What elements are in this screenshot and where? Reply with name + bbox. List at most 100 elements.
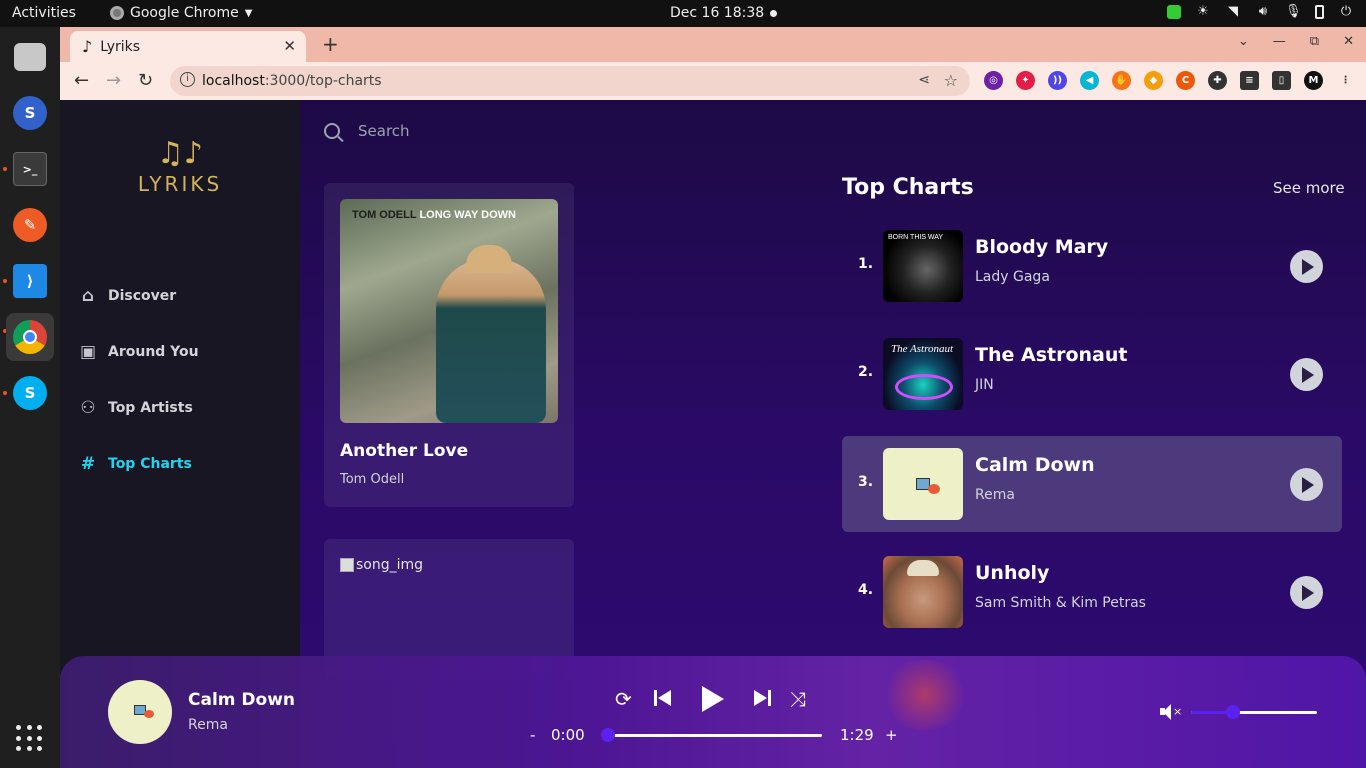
dock-files[interactable] xyxy=(6,33,54,81)
now-playing-art xyxy=(108,680,172,744)
chart-song-title[interactable]: The Astronaut xyxy=(975,344,1127,366)
extension-icon[interactable]: ✋ xyxy=(1112,71,1131,90)
player-glow xyxy=(880,660,970,730)
dock: S >_ ✎ ⟩ S xyxy=(0,27,60,768)
dock-skype[interactable]: S xyxy=(6,369,54,417)
minimize-icon[interactable]: — xyxy=(1273,34,1286,49)
play-icon[interactable] xyxy=(1290,358,1323,391)
dock-simplenote[interactable]: S xyxy=(6,89,54,137)
volume-slider-handle[interactable] xyxy=(1225,705,1240,719)
seek-slider[interactable] xyxy=(601,728,822,742)
new-tab-button[interactable]: + xyxy=(322,32,339,56)
media-icon[interactable]: ≡ xyxy=(1240,71,1259,90)
dock-terminal[interactable]: >_ xyxy=(6,145,54,193)
extension-icon[interactable]: ◀ xyxy=(1080,71,1099,90)
extension-icon[interactable]: ◎ xyxy=(984,71,1003,90)
back-icon[interactable]: ← xyxy=(74,70,89,91)
chart-row[interactable]: 2. The Astronaut The Astronaut JIN xyxy=(842,326,1342,422)
sidebar-item-top-artists[interactable]: ⚇ Top Artists xyxy=(78,380,199,436)
album-art[interactable]: TOM ODELL LONG WAY DOWN xyxy=(340,199,558,423)
song-card[interactable]: TOM ODELL LONG WAY DOWN Another Love Tom… xyxy=(324,183,574,507)
song-artist[interactable]: Tom Odell xyxy=(340,472,404,487)
dock-postman[interactable]: ✎ xyxy=(6,201,54,249)
restore-icon[interactable]: ⧉ xyxy=(1310,34,1319,49)
tab-search-icon[interactable]: ⌄ xyxy=(1238,34,1249,49)
volume-slider[interactable] xyxy=(1191,705,1317,719)
chart-song-artist[interactable]: Rema xyxy=(975,487,1015,503)
chart-song-title[interactable]: Calm Down xyxy=(975,454,1095,476)
site-info-icon[interactable]: i xyxy=(180,72,195,87)
system-tray[interactable]: ☀ ◥ 🔊︎ 🎙︎ ⏻ xyxy=(1167,4,1354,19)
system-top-bar: Activities Google Chrome ▼ Dec 16 18:38 … xyxy=(0,0,1366,27)
shuffle-icon[interactable]: ⤨ xyxy=(790,687,806,711)
activities-button[interactable]: Activities xyxy=(12,5,76,21)
battery-icon xyxy=(1315,4,1324,19)
search-bar[interactable]: Search xyxy=(324,122,410,140)
close-icon[interactable]: ✕ xyxy=(283,37,296,55)
profile-avatar[interactable]: M xyxy=(1304,71,1323,90)
close-window-icon[interactable]: ✕ xyxy=(1343,34,1354,49)
metamask-icon[interactable]: ◆ xyxy=(1144,71,1163,90)
extension-icon[interactable]: ✦ xyxy=(1016,71,1035,90)
app-menu-label: Google Chrome xyxy=(130,5,239,21)
puzzle-icon[interactable]: ✚ xyxy=(1208,71,1227,90)
url-path: :3000/top-charts xyxy=(264,73,382,89)
app-menu[interactable]: Google Chrome ▼ xyxy=(110,5,252,21)
address-bar[interactable]: i localhost :3000/top-charts ⋖ ☆ xyxy=(170,66,970,96)
share-icon[interactable]: ⋖ xyxy=(918,72,930,88)
search-input[interactable]: Search xyxy=(358,122,410,140)
chart-song-title[interactable]: Bloody Mary xyxy=(975,236,1108,258)
extension-icon[interactable]: C xyxy=(1176,71,1195,90)
volume-icon[interactable]: × xyxy=(1160,704,1182,720)
tab-lyriks[interactable]: ♪ Lyriks ✕ xyxy=(70,31,306,62)
lyriks-app: ♫♪ LYRIKS ⌂ Discover ▣ Around You ⚇ Top … xyxy=(60,100,1366,768)
duration: 1:29 xyxy=(840,726,874,744)
seek-back-button[interactable]: - xyxy=(530,726,535,744)
album-art-figure xyxy=(436,245,546,423)
chart-rank: 1. xyxy=(858,256,874,272)
side-panel-icon[interactable]: ▯ xyxy=(1272,71,1291,90)
reload-icon[interactable]: ↻ xyxy=(138,70,153,91)
play-icon[interactable] xyxy=(1290,468,1323,501)
chart-song-artist[interactable]: Lady Gaga xyxy=(975,269,1050,285)
clock[interactable]: Dec 16 18:38 xyxy=(670,5,764,21)
see-more-link[interactable]: See more xyxy=(1273,179,1345,197)
vscode-icon: ⟩ xyxy=(13,264,47,298)
notification-dot xyxy=(770,10,777,17)
seek-slider-handle[interactable] xyxy=(601,728,615,742)
sidebar-item-top-charts[interactable]: # Top Charts xyxy=(78,436,199,492)
hash-icon: # xyxy=(80,454,96,474)
logo[interactable]: ♫♪ LYRIKS xyxy=(132,138,228,197)
sidebar-item-around-you[interactable]: ▣ Around You xyxy=(78,324,199,380)
song-title[interactable]: Another Love xyxy=(340,441,468,461)
chevron-down-icon: ▼ xyxy=(244,7,253,19)
chart-row[interactable]: 4. Unholy Sam Smith & Kim Petras xyxy=(842,544,1342,640)
chart-song-artist[interactable]: Sam Smith & Kim Petras xyxy=(975,595,1146,611)
show-apps-icon[interactable] xyxy=(16,725,44,753)
sidebar-item-discover[interactable]: ⌂ Discover xyxy=(78,268,199,324)
dock-vscode[interactable]: ⟩ xyxy=(6,257,54,305)
play-icon[interactable] xyxy=(1290,250,1323,283)
seek-forward-button[interactable]: + xyxy=(885,726,898,744)
play-icon[interactable] xyxy=(1290,576,1323,609)
chart-thumbnail xyxy=(883,556,963,628)
forward-icon[interactable]: → xyxy=(106,70,121,91)
extension-icon[interactable]: )) xyxy=(1048,71,1067,90)
chart-song-title[interactable]: Unholy xyxy=(975,562,1049,584)
chart-row[interactable]: 1. BORN THIS WAY Bloody Mary Lady Gaga xyxy=(842,218,1342,314)
current-time: 0:00 xyxy=(551,726,585,744)
terminal-icon: >_ xyxy=(13,152,47,186)
repeat-icon[interactable]: ⟳ xyxy=(615,687,632,711)
play-icon[interactable] xyxy=(702,686,724,712)
chart-song-artist[interactable]: JIN xyxy=(975,377,994,393)
music-note-icon: ♪ xyxy=(82,37,93,56)
chrome-icon xyxy=(110,6,124,20)
kebab-menu-icon[interactable]: ⋮ xyxy=(1336,71,1355,90)
wifi-icon: ◥ xyxy=(1228,4,1238,19)
dock-chrome[interactable] xyxy=(6,313,54,361)
bookmark-star-icon[interactable]: ☆ xyxy=(944,71,958,90)
chart-row[interactable]: 3. Calm Down Rema xyxy=(842,436,1342,532)
skype-icon: S xyxy=(13,376,47,410)
music-player: Calm Down Rema ⟳ ⤨ - 0:00 1:29 + × xyxy=(60,656,1366,768)
chart-thumbnail xyxy=(883,448,963,520)
